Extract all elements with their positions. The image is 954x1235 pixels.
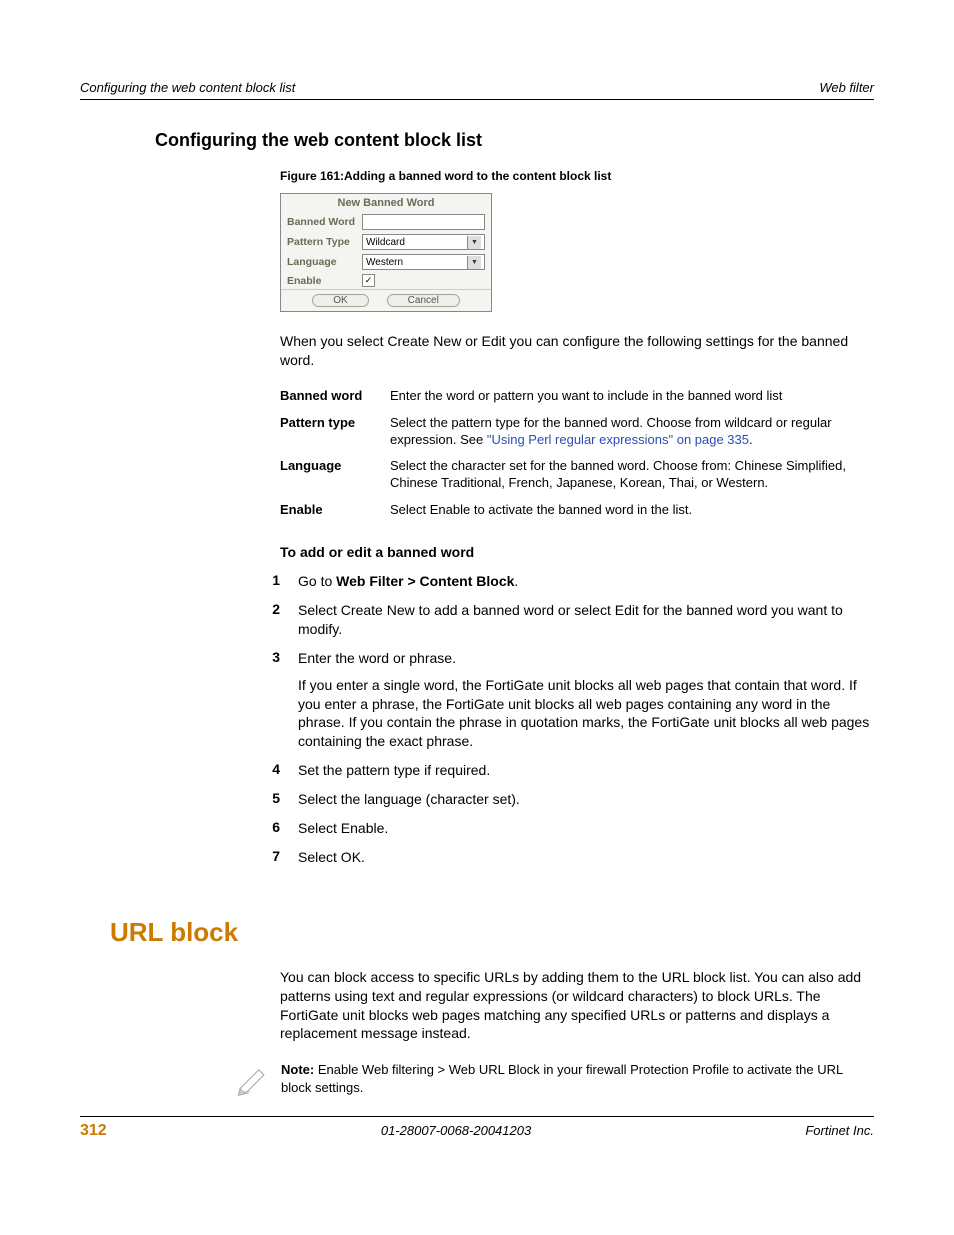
footer-docid: 01-28007-0068-20041203 bbox=[381, 1123, 531, 1138]
def-desc: Select Enable to activate the banned wor… bbox=[390, 502, 874, 519]
label-banned-word: Banned Word bbox=[287, 216, 362, 228]
checkbox-enable[interactable]: ✓ bbox=[362, 274, 375, 287]
figure-screenshot: New Banned Word Banned Word Pattern Type… bbox=[280, 193, 492, 312]
chevron-down-icon: ▼ bbox=[467, 236, 481, 249]
cross-ref-link[interactable]: "Using Perl regular expressions" on page… bbox=[487, 432, 749, 447]
select-language[interactable]: Western▼ bbox=[362, 254, 485, 270]
step-number: 5 bbox=[260, 790, 280, 809]
step-text: Set the pattern type if required. bbox=[298, 761, 874, 780]
label-enable: Enable bbox=[287, 275, 362, 287]
step-number: 3 bbox=[260, 649, 280, 751]
step-number: 1 bbox=[260, 572, 280, 591]
input-banned-word[interactable] bbox=[362, 214, 485, 230]
major-heading: URL block bbox=[110, 917, 874, 948]
header-left: Configuring the web content block list bbox=[80, 80, 295, 95]
step-number: 6 bbox=[260, 819, 280, 838]
note-text: Note: Enable Web filtering > Web URL Blo… bbox=[281, 1061, 874, 1096]
definition-table: Banned word Enter the word or pattern yo… bbox=[280, 388, 874, 519]
procedure-heading: To add or edit a banned word bbox=[280, 544, 874, 560]
step-text: Enter the word or phrase.If you enter a … bbox=[298, 649, 874, 751]
running-header: Configuring the web content block list W… bbox=[80, 80, 874, 100]
step-text: Select the language (character set). bbox=[298, 790, 874, 809]
dialog-title: New Banned Word bbox=[281, 194, 491, 212]
step-text: Select Enable. bbox=[298, 819, 874, 838]
def-desc: Select the pattern type for the banned w… bbox=[390, 415, 874, 449]
step-text: Select Create New to add a banned word o… bbox=[298, 601, 874, 639]
figure-caption: Figure 161:Adding a banned word to the c… bbox=[280, 169, 874, 183]
footer: 312 01-28007-0068-20041203 Fortinet Inc. bbox=[80, 1116, 874, 1140]
procedure-steps: 1 Go to Web Filter > Content Block. 2 Sele… bbox=[260, 572, 874, 867]
page-number: 312 bbox=[80, 1122, 107, 1140]
def-desc: Enter the word or pattern you want to in… bbox=[390, 388, 874, 405]
label-pattern-type: Pattern Type bbox=[287, 236, 362, 248]
step-text: Select OK. bbox=[298, 848, 874, 867]
label-language: Language bbox=[287, 256, 362, 268]
def-term: Enable bbox=[280, 502, 390, 519]
ok-button[interactable]: OK bbox=[312, 294, 368, 307]
step-number: 7 bbox=[260, 848, 280, 867]
cancel-button[interactable]: Cancel bbox=[387, 294, 460, 307]
def-desc: Select the character set for the banned … bbox=[390, 458, 874, 492]
def-term: Pattern type bbox=[280, 415, 390, 449]
def-term: Language bbox=[280, 458, 390, 492]
step-number: 2 bbox=[260, 601, 280, 639]
chevron-down-icon: ▼ bbox=[467, 256, 481, 269]
note-block: Note: Enable Web filtering > Web URL Blo… bbox=[235, 1061, 874, 1102]
section-heading: Configuring the web content block list bbox=[155, 130, 874, 151]
step-number: 4 bbox=[260, 761, 280, 780]
step-text: Go to Web Filter > Content Block. bbox=[298, 572, 874, 591]
url-block-paragraph: You can block access to specific URLs by… bbox=[280, 968, 874, 1044]
footer-company: Fortinet Inc. bbox=[805, 1123, 874, 1138]
intro-paragraph: When you select Create New or Edit you c… bbox=[280, 332, 874, 370]
note-icon bbox=[235, 1063, 273, 1102]
def-term: Banned word bbox=[280, 388, 390, 405]
header-right: Web filter bbox=[819, 80, 874, 95]
select-pattern-type[interactable]: Wildcard▼ bbox=[362, 234, 485, 250]
